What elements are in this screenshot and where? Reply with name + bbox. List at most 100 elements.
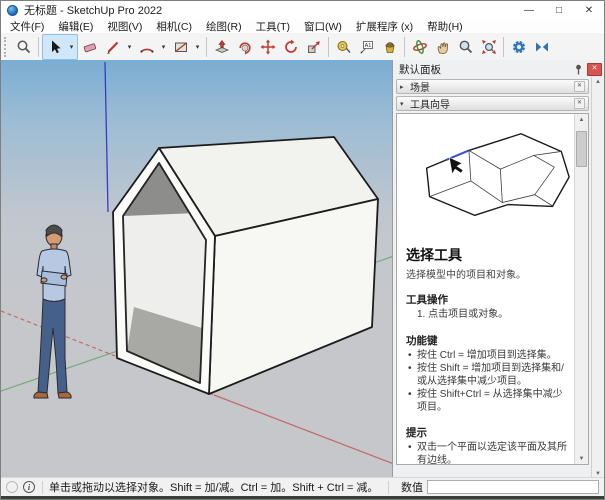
- text-tool-button[interactable]: A1: [355, 36, 378, 58]
- scroll-up-arrow[interactable]: ▲: [579, 114, 585, 125]
- select-tool-button[interactable]: [43, 36, 66, 58]
- arc-tool-dropdown[interactable]: ▾: [158, 36, 169, 58]
- orbit-tool-button[interactable]: [408, 36, 431, 58]
- right-sandal: [58, 392, 71, 398]
- followme-tool-button[interactable]: [233, 36, 256, 58]
- main-area: 默认面板 ✕ ▸ 场景 ✕ ▾ 工具向导 ✕: [1, 60, 604, 479]
- house-model: [113, 137, 378, 394]
- statusbar-separator: [388, 481, 389, 494]
- select-tool-dropdown[interactable]: ▾: [66, 36, 77, 58]
- instruction-item: 双击一个平面以选定该平面及其所有边线。: [406, 442, 572, 464]
- tray-close-button[interactable]: ✕: [587, 63, 602, 76]
- pan-tool-button[interactable]: [431, 36, 454, 58]
- jeans: [38, 299, 67, 393]
- measurements-input[interactable]: [427, 480, 599, 494]
- menu-view[interactable]: 视图(V): [100, 19, 149, 34]
- menu-tools[interactable]: 工具(T): [249, 19, 297, 34]
- eraser-tool-button[interactable]: [78, 36, 101, 58]
- menu-draw[interactable]: 绘图(R): [199, 19, 249, 34]
- operation-list: 1. 点击项目或对象。: [406, 309, 572, 322]
- rectangle-tool-dropdown[interactable]: ▾: [192, 36, 203, 58]
- toolbar-separator: [38, 37, 39, 57]
- pan-hand-icon: [435, 39, 451, 55]
- tips-heading: 提示: [406, 425, 572, 440]
- text-tool-label: A1: [364, 43, 371, 49]
- close-button[interactable]: ✕: [574, 1, 604, 19]
- sketchup-logo: [7, 5, 18, 16]
- arc-tool-button[interactable]: [135, 36, 158, 58]
- scale-icon: [306, 39, 322, 55]
- section-scenes-close-button[interactable]: ✕: [574, 81, 585, 92]
- menu-help[interactable]: 帮助(H): [420, 19, 470, 34]
- geolocation-status-icon[interactable]: [6, 481, 18, 493]
- menu-edit[interactable]: 编辑(E): [51, 19, 100, 34]
- toolbar-separator: [404, 37, 405, 57]
- chevron-down-icon: ▾: [400, 100, 410, 108]
- instruction-item: 按住 Shift = 增加项目到选择集和/或从选择集中减少项目。: [406, 363, 572, 388]
- instructor-content: 选择工具 选择模型中的项目和对象。 工具操作 1. 点击项目或对象。 功能键 按…: [397, 114, 575, 464]
- extension-warehouse-button[interactable]: [530, 36, 553, 58]
- info-icon[interactable]: i: [23, 481, 35, 493]
- pushpull-tool-button[interactable]: [210, 36, 233, 58]
- toolbar-grip[interactable]: [4, 37, 10, 57]
- instruction-item: 按住 Ctrl = 增加项目到选择集。: [406, 350, 572, 363]
- select-tool-group: ▾: [42, 34, 78, 60]
- tape-measure-tool-button[interactable]: [332, 36, 355, 58]
- operation-heading: 工具操作: [406, 292, 572, 307]
- instructor-scrollbar[interactable]: ▲ ▼: [574, 114, 588, 464]
- gear-icon: [511, 39, 527, 55]
- scrollbar-track[interactable]: [575, 125, 588, 453]
- zoom-extents-icon: [481, 39, 497, 55]
- section-instructor[interactable]: ▾ 工具向导 ✕: [396, 96, 589, 111]
- tray-scroll-up-arrow[interactable]: ▲: [595, 79, 601, 85]
- zoom-tool-button[interactable]: [454, 36, 477, 58]
- instructor-title: 选择工具: [406, 245, 572, 265]
- rotate-tool-button[interactable]: [279, 36, 302, 58]
- window-bottom-edge: [1, 496, 604, 499]
- tray-scrollbar[interactable]: ▲ ▼: [591, 77, 604, 479]
- instructor-subtitle: 选择模型中的项目和对象。: [406, 266, 572, 281]
- move-tool-button[interactable]: [256, 36, 279, 58]
- menu-extensions[interactable]: 扩展程序 (x): [349, 19, 420, 34]
- scrollbar-thumb[interactable]: [576, 131, 587, 167]
- minimize-button[interactable]: —: [514, 1, 544, 19]
- pin-icon[interactable]: [572, 63, 584, 75]
- sketchup-window: 无标题 - SketchUp Pro 2022 — □ ✕ 文件(F) 编辑(E…: [0, 0, 605, 500]
- axis-red-positive: [214, 395, 392, 464]
- section-instructor-label: 工具向导: [410, 96, 574, 111]
- left-sandal: [34, 392, 48, 398]
- scale-tool-button[interactable]: [302, 36, 325, 58]
- chevron-right-icon: ▸: [400, 83, 410, 91]
- line-tool-button[interactable]: [101, 36, 124, 58]
- instruction-item: 1. 点击项目或对象。: [406, 309, 572, 322]
- toolbar-separator: [503, 37, 504, 57]
- rectangle-tool-button[interactable]: [169, 36, 192, 58]
- menu-window[interactable]: 窗口(W): [297, 19, 349, 34]
- model-settings-button[interactable]: [507, 36, 530, 58]
- line-tool-dropdown[interactable]: ▾: [124, 36, 135, 58]
- menu-file[interactable]: 文件(F): [3, 19, 51, 34]
- maximize-button[interactable]: □: [544, 1, 574, 19]
- zoom-extents-tool-button[interactable]: [477, 36, 500, 58]
- section-scenes[interactable]: ▸ 场景 ✕: [396, 79, 589, 94]
- instructor-illustration: [406, 118, 575, 236]
- toolbar: ▾ ▾ ▾ ▾ A1: [1, 33, 604, 61]
- extension-bowtie-icon: [534, 39, 550, 55]
- statusbar-separator: [42, 481, 43, 494]
- tray-title: 默认面板: [399, 62, 572, 77]
- viewport-3d-canvas[interactable]: [1, 60, 392, 479]
- window-title: 无标题 - SketchUp Pro 2022: [24, 2, 514, 18]
- rotate-icon: [283, 39, 299, 55]
- menu-camera[interactable]: 相机(C): [149, 19, 199, 34]
- tray-content: ▸ 场景 ✕ ▾ 工具向导 ✕: [393, 77, 591, 479]
- text-icon: A1: [359, 39, 375, 55]
- status-hint: 单击或拖动以选择对象。Shift = 加/减。Ctrl = 加。Shift + …: [49, 479, 386, 495]
- person-figure: [34, 225, 71, 398]
- statusbar: i 单击或拖动以选择对象。Shift = 加/减。Ctrl = 加。Shift …: [1, 477, 604, 496]
- instruction-item: 按住 Shift+Ctrl = 从选择集中减少项目。: [406, 389, 572, 414]
- paint-bucket-tool-button[interactable]: [378, 36, 401, 58]
- search-tool-button[interactable]: [12, 36, 35, 58]
- orbit-icon: [412, 39, 428, 55]
- scroll-down-arrow[interactable]: ▼: [579, 453, 585, 464]
- section-instructor-close-button[interactable]: ✕: [574, 98, 585, 109]
